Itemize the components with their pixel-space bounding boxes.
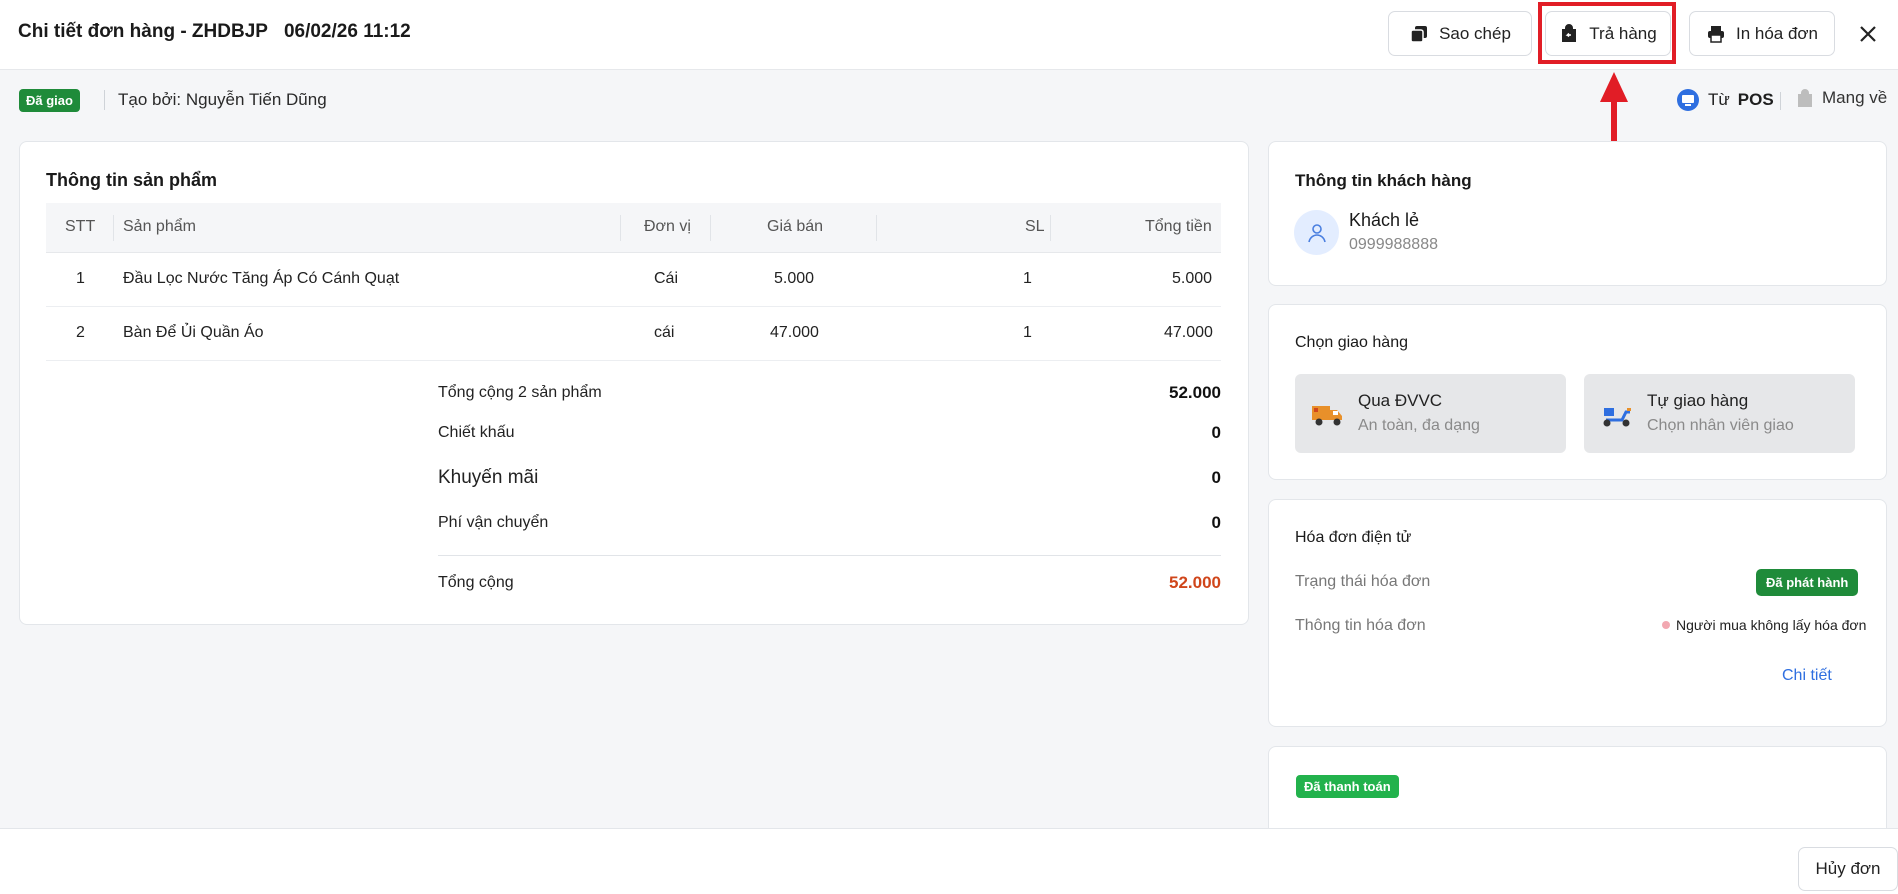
invoice-info-value: Người mua không lấy hóa đơn <box>1662 617 1866 633</box>
total-value: 52.000 <box>1169 573 1221 592</box>
table-header: STT Sản phẩm Đơn vị Giá bán SL Tổng tiền <box>46 203 1221 253</box>
avatar <box>1294 210 1339 255</box>
divider <box>1780 92 1781 110</box>
row-price: 47.000 <box>770 324 819 341</box>
invoice-info-text: Người mua không lấy hóa đơn <box>1676 617 1867 633</box>
delivery-card-title: Chọn giao hàng <box>1295 334 1408 351</box>
cancel-order-button[interactable]: Hủy đơn <box>1798 847 1898 891</box>
row-unit: Cái <box>654 270 679 287</box>
customer-phone: 0999988888 <box>1349 236 1438 253</box>
row-price: 5.000 <box>774 270 815 287</box>
col-divider <box>1050 215 1051 241</box>
table-row: 1 Đầu Lọc Nước Tăng Áp Có Cánh Quạt Cái … <box>46 254 1221 307</box>
carrier-subtitle: An toàn, đa dạng <box>1358 417 1480 434</box>
row-total: 47.000 <box>1164 324 1213 341</box>
discount-label: Chiết khấu <box>438 424 515 441</box>
self-delivery-title: Tự giao hàng <box>1647 391 1749 410</box>
status-dot <box>1662 621 1670 629</box>
row-total: 5.000 <box>1172 270 1213 287</box>
copy-icon <box>1410 25 1428 43</box>
shipping-fee-label: Phí vận chuyển <box>438 514 549 531</box>
print-label: In hóa đơn <box>1735 23 1819 43</box>
row-qty: 1 <box>1023 270 1032 287</box>
col-stt: STT <box>65 218 96 235</box>
col-divider <box>710 215 711 241</box>
discount-value: 0 <box>1211 423 1221 442</box>
divider <box>104 90 105 110</box>
print-invoice-button[interactable]: In hóa đơn <box>1689 11 1835 56</box>
row-stt: 2 <box>76 324 85 341</box>
table-row: 2 Bàn Để Ủi Quần Áo cái 47.000 1 47.000 <box>46 308 1221 361</box>
customer-card-title: Thông tin khách hàng <box>1295 171 1472 190</box>
source-prefix: Từ <box>1708 90 1730 109</box>
subtotal-label: Tổng cộng 2 sản phẩm <box>438 384 602 401</box>
bag-icon <box>1798 89 1812 107</box>
invoice-info-label: Thông tin hóa đơn <box>1295 617 1426 634</box>
invoice-detail-link[interactable]: Chi tiết <box>1782 667 1832 685</box>
col-qty: SL <box>1025 218 1045 235</box>
self-delivery-subtitle: Chọn nhân viên giao <box>1647 417 1794 434</box>
created-by: Tạo bởi: Nguyễn Tiến Dũng <box>118 90 327 109</box>
row-qty: 1 <box>1023 324 1032 341</box>
e-invoice-title: Hóa đơn điện tử <box>1295 529 1412 546</box>
page-title: Chi tiết đơn hàng - ZHDBJP 06/02/26 11:12 <box>18 21 411 43</box>
monitor-icon <box>1677 89 1699 111</box>
row-stt: 1 <box>76 270 85 287</box>
payment-status-badge: Đã thanh toán <box>1296 775 1399 798</box>
printer-icon <box>1707 25 1724 43</box>
invoice-status-label: Trạng thái hóa đơn <box>1295 573 1431 590</box>
col-divider <box>113 215 114 241</box>
subtotal-value: 52.000 <box>1169 383 1221 402</box>
promo-label: Khuyến mãi <box>438 467 539 488</box>
scooter-icon <box>1603 408 1631 427</box>
copy-button[interactable]: Sao chép <box>1388 11 1532 56</box>
close-button[interactable] <box>1852 18 1884 50</box>
promo-value: 0 <box>1211 468 1221 487</box>
user-icon <box>1307 223 1326 242</box>
status-badge: Đã giao <box>19 89 80 112</box>
close-icon <box>1860 26 1876 42</box>
order-source: Từ POS <box>1676 88 1774 112</box>
order-datetime: 06/02/26 11:12 <box>283 21 411 42</box>
carrier-title: Qua ĐVVC <box>1358 391 1443 410</box>
summary-divider <box>438 555 1221 556</box>
col-divider <box>620 215 621 241</box>
order-type: Mang về <box>1796 88 1887 108</box>
source-name: POS <box>1737 90 1774 109</box>
invoice-status-badge: Đã phát hành <box>1756 569 1859 596</box>
col-divider <box>876 215 877 241</box>
takeaway-label: Mang về <box>1822 88 1888 107</box>
col-unit: Đơn vị <box>644 218 691 235</box>
footer-bar <box>0 828 1898 894</box>
total-label: Tổng cộng <box>438 574 514 591</box>
highlight-box <box>1538 2 1676 64</box>
shipping-fee-value: 0 <box>1211 513 1221 532</box>
delivery-option-self[interactable]: Tự giao hàng Chọn nhân viên giao <box>1584 374 1855 453</box>
col-total: Tổng tiền <box>1145 218 1212 235</box>
col-price: Giá bán <box>767 218 824 235</box>
row-unit: cái <box>654 324 675 341</box>
row-product-name: Đầu Lọc Nước Tăng Áp Có Cánh Quạt <box>123 270 400 287</box>
col-product: Sản phẩm <box>123 218 196 235</box>
copy-label: Sao chép <box>1439 23 1511 43</box>
product-card-title: Thông tin sản phẩm <box>46 170 217 190</box>
delivery-option-carrier[interactable]: Qua ĐVVC An toàn, đa dạng <box>1295 374 1566 453</box>
truck-icon <box>1312 406 1342 426</box>
customer-name: Khách lẻ <box>1349 210 1420 230</box>
row-product-name: Bàn Để Ủi Quần Áo <box>123 324 264 341</box>
order-title: Chi tiết đơn hàng - ZHDBJP <box>18 21 268 42</box>
